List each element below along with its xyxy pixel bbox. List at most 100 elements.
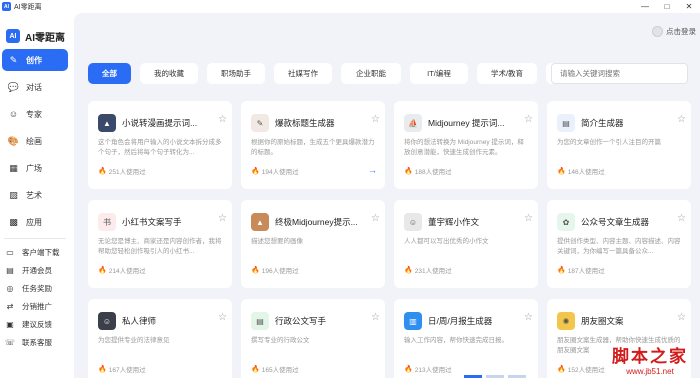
sidebar-item-label: 对话 (26, 82, 42, 92)
art-icon: ▨ (9, 189, 18, 200)
usage-count: 187人使用过 (567, 268, 605, 275)
sidebar: AI AI零距离 ✎ 创作 💬 对话 ☺ 专家 🎨 绘画 ▦ 广场 ▨ 艺术 ▩ 应用 ▭ 客户端下载 ▤ 开通… (0, 13, 74, 378)
tab-enterprise[interactable]: 企业职能 (341, 63, 401, 84)
brand: AI AI零距离 (0, 13, 74, 49)
tab-favorites[interactable]: 我的收藏 (140, 63, 198, 84)
card-usage: 🔥 231人使用过 (404, 265, 452, 275)
favorite-star-icon[interactable]: ☆ (218, 312, 227, 323)
usage-count: 213人使用过 (414, 367, 452, 374)
tool-card[interactable]: ▤ 行政公文写手 ☆ 撰写专业的行政公文 🔥 165人使用过 (241, 299, 385, 378)
arrow-right-icon[interactable]: → (368, 165, 377, 175)
tab-it-programming[interactable]: IT/编程 (410, 63, 468, 84)
fire-icon: 🔥 (251, 267, 260, 274)
search-input[interactable] (551, 63, 688, 84)
sidebar-item-4[interactable]: ▦ 广场 (2, 157, 68, 179)
usage-count: 196人使用过 (261, 268, 299, 275)
card-usage: 🔥 194人使用过 (251, 166, 299, 176)
tool-card[interactable]: ✎ 爆款标题生成器 ☆ 根据你的原始标题，生成五个更具爆款潜力的标题。 🔥 194人使用过… (241, 101, 385, 189)
card-description: 将你的想法转换为 Midjourney 提示词，释放创意潜能，快速生成创作元素。 (404, 139, 524, 156)
favorite-star-icon[interactable]: ☆ (677, 312, 686, 323)
vip-icon: ▤ (6, 265, 14, 275)
sidebar-link-label: 联系客服 (22, 337, 52, 347)
card-title: 日/周/月报生成器 (428, 316, 493, 326)
tool-card[interactable]: 书小红书文案写手 ☆ 无论您是博主、商家还是内容创作者，我将帮助您轻松创作吸引人的小… (88, 200, 232, 288)
sidebar-link-5[interactable]: ☏ 联系客服 (0, 333, 74, 351)
usage-count: 214人使用过 (108, 268, 146, 275)
main-content: 点击登录 全部 我的收藏 职场助手 社媒写作 企业职能 IT/编程 学术/教育 … (74, 13, 700, 378)
favorite-star-icon[interactable]: ☆ (677, 213, 686, 224)
sidebar-link-1[interactable]: ▤ 开通会员 (0, 261, 74, 279)
sidebar-item-label: 艺术 (26, 190, 42, 200)
avatar-icon (652, 26, 663, 37)
window-titlebar: AI AI零距离 — □ ✕ (0, 0, 700, 13)
card-usage: 🔥 167人使用过 (98, 364, 146, 374)
favorite-star-icon[interactable]: ☆ (371, 312, 380, 323)
sidebar-item-1[interactable]: 💬 对话 (2, 76, 68, 98)
tool-card[interactable]: ✿ 公众号文章生成器 ☆ 提供创作类型、内容主题、内容描述、内容关键词，为你编写一篇具… (547, 200, 691, 288)
tool-card[interactable]: ▥ 日/周/月报生成器 ☆ 输入工作内容，帮你快速完成日报。 🔥 213人使用过 (394, 299, 538, 378)
favorite-star-icon[interactable]: ☆ (371, 213, 380, 224)
xiaohongshu-icon: 书 (98, 213, 116, 231)
favorite-star-icon[interactable]: ☆ (218, 114, 227, 125)
sidebar-item-label: 专家 (26, 109, 42, 119)
reward-icon: ◎ (6, 283, 14, 293)
usage-count: 167人使用过 (108, 367, 146, 374)
usage-count: 194人使用过 (261, 169, 299, 176)
favorite-star-icon[interactable]: ☆ (677, 114, 686, 125)
card-header: ☺ 董宇辉小作文 (404, 213, 534, 231)
card-title: 小红书文案写手 (122, 217, 182, 227)
card-title: 小说转漫画提示词... (122, 118, 198, 128)
sidebar-item-6[interactable]: ▩ 应用 (2, 211, 68, 233)
card-title: 行政公文写手 (275, 316, 327, 326)
card-usage: 🔥 188人使用过 (404, 166, 452, 176)
tab-social-writing[interactable]: 社媒写作 (274, 63, 332, 84)
favorite-star-icon[interactable]: ☆ (218, 213, 227, 224)
novel-comic-icon: ▲ (98, 114, 116, 132)
fire-icon: 🔥 (557, 366, 566, 373)
sidebar-link-4[interactable]: ▣ 建议反馈 (0, 315, 74, 333)
sidebar-item-3[interactable]: 🎨 绘画 (2, 130, 68, 152)
login-label: 点击登录 (666, 27, 696, 36)
favorite-star-icon[interactable]: ☆ (524, 213, 533, 224)
login-link[interactable]: 点击登录 (652, 26, 696, 37)
close-button[interactable]: ✕ (678, 0, 700, 13)
card-description: 提供创作类型、内容主题、内容描述、内容关键词，为你编写一篇具备公众... (557, 238, 681, 255)
card-usage: 🔥 165人使用过 (251, 364, 299, 374)
brand-name: AI零距离 (25, 32, 65, 44)
sidebar-link-3[interactable]: ⇄ 分销推广 (0, 297, 74, 315)
fire-icon: 🔥 (98, 366, 107, 373)
fire-icon: 🔥 (557, 168, 566, 175)
tool-card[interactable]: ☺ 董宇辉小作文 ☆ 人人都可以写出优秀的小作文 🔥 231人使用过 (394, 200, 538, 288)
app-icon: AI (2, 2, 11, 11)
usage-count: 146人使用过 (567, 169, 605, 176)
wechat-article-icon: ✿ (557, 213, 575, 231)
sidebar-item-5[interactable]: ▨ 艺术 (2, 184, 68, 206)
tab-workplace[interactable]: 职场助手 (207, 63, 265, 84)
tool-card[interactable]: ▲ 终极Midjourney提示... ☆ 描述您想要的画像 🔥 196人使用过 (241, 200, 385, 288)
usage-count: 251人使用过 (108, 169, 146, 176)
minimize-button[interactable]: — (634, 0, 656, 13)
tool-card[interactable]: ▲ 小说转漫画提示词... ☆ 这个角色会将用户输入的小说文本拆分成多个句子，然后将每… (88, 101, 232, 189)
card-title: 终极Midjourney提示... (275, 217, 358, 227)
tool-card[interactable]: ▤ 简介生成器 ☆ 为您的文章创作一个引人注目的开篇 🔥 146人使用过 (547, 101, 691, 189)
sidebar-item-2[interactable]: ☺ 专家 (2, 103, 68, 125)
tool-card[interactable]: ⛵ Midjourney 提示词... ☆ 将你的想法转换为 Midjourney 提… (394, 101, 538, 189)
card-usage: 🔥 213人使用过 (404, 364, 452, 374)
sidebar-link-0[interactable]: ▭ 客户端下载 (0, 243, 74, 261)
tab-all[interactable]: 全部 (88, 63, 131, 84)
sidebar-link-label: 分销推广 (22, 301, 52, 311)
feedback-icon: ▣ (6, 319, 14, 329)
sidebar-link-2[interactable]: ◎ 任务奖励 (0, 279, 74, 297)
favorite-star-icon[interactable]: ☆ (524, 312, 533, 323)
maximize-button[interactable]: □ (656, 0, 678, 13)
card-title: Midjourney 提示词... (428, 118, 505, 128)
sidebar-item-label: 应用 (26, 217, 42, 227)
sidebar-item-0[interactable]: ✎ 创作 (2, 49, 68, 71)
card-description: 无论您是博主、商家还是内容创作者，我将帮助您轻松创作吸引人的小红书... (98, 238, 222, 255)
watermark-title: 脚本之家 (612, 347, 688, 367)
favorite-star-icon[interactable]: ☆ (524, 114, 533, 125)
tool-card[interactable]: ☺ 私人律师 ☆ 为您提供专业的法律意见 🔥 167人使用过 (88, 299, 232, 378)
card-title: 公众号文章生成器 (581, 217, 650, 227)
favorite-star-icon[interactable]: ☆ (371, 114, 380, 125)
tab-academic[interactable]: 学术/教育 (477, 63, 537, 84)
